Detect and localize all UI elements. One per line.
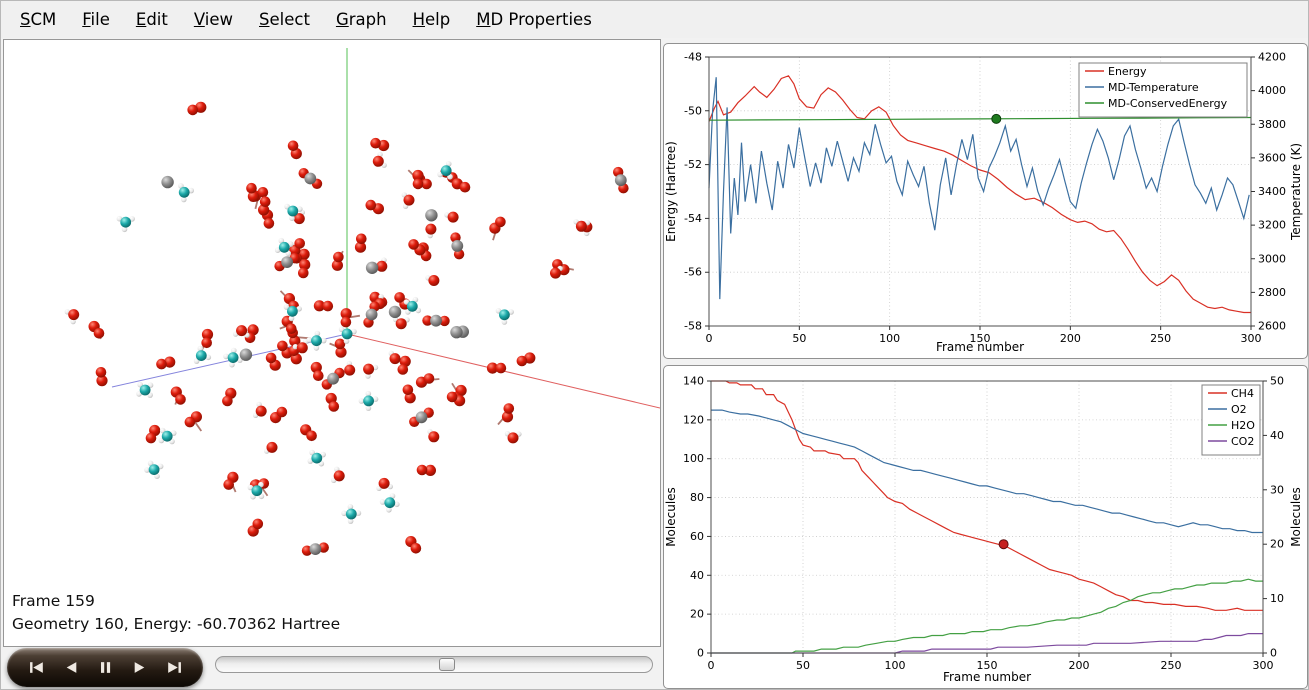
svg-text:60: 60 [690, 530, 704, 543]
pause-icon [98, 661, 113, 674]
svg-text:MD-Temperature: MD-Temperature [1108, 81, 1199, 94]
svg-text:-56: -56 [684, 266, 702, 279]
svg-text:300: 300 [1253, 659, 1274, 672]
svg-text:H2O: H2O [1231, 419, 1255, 432]
x-axis-label: Frame number [936, 340, 1024, 354]
legend: CH4 O2 H2O CO2 [1202, 385, 1260, 455]
menu-item-graph[interactable]: Graph [323, 4, 400, 35]
svg-text:3000: 3000 [1258, 252, 1286, 265]
svg-text:40: 40 [690, 569, 704, 582]
svg-text:Energy: Energy [1108, 65, 1147, 78]
legend: Energy MD-Temperature MD-ConservedEnergy [1079, 63, 1247, 117]
svg-text:100: 100 [683, 452, 704, 465]
svg-text:3200: 3200 [1258, 219, 1286, 232]
menu-item-view[interactable]: View [181, 4, 246, 35]
svg-text:4000: 4000 [1258, 84, 1286, 97]
svg-text:140: 140 [683, 375, 704, 388]
right-axis-label: Molecules [1289, 487, 1303, 547]
svg-text:MD-ConservedEnergy: MD-ConservedEnergy [1108, 97, 1228, 110]
series-CH4 [711, 381, 1263, 610]
play-forward-button[interactable] [125, 654, 153, 682]
playback-controls [7, 648, 203, 687]
pause-button[interactable] [91, 654, 119, 682]
menu-item-file[interactable]: File [69, 4, 123, 35]
svg-text:-54: -54 [684, 212, 702, 225]
geometry-energy-label: Geometry 160, Energy: -60.70362 Hartree [12, 613, 340, 636]
frame-slider-thumb[interactable] [439, 658, 455, 671]
right-axis-label: Temperature (K) [1289, 143, 1303, 241]
svg-text:CO2: CO2 [1231, 435, 1254, 448]
svg-text:-50: -50 [684, 104, 702, 117]
svg-text:300: 300 [1241, 332, 1262, 345]
svg-text:-58: -58 [684, 320, 702, 333]
molecule-scene [4, 40, 660, 646]
svg-text:120: 120 [683, 413, 704, 426]
svg-text:CH4: CH4 [1231, 387, 1254, 400]
series-MD-ConservedEnergy [709, 118, 1251, 121]
svg-text:0: 0 [697, 647, 704, 660]
svg-text:50: 50 [792, 332, 806, 345]
energy-temperature-plot: -58-56-54-52-50-482600280030003200340036… [664, 44, 1307, 358]
frame-label: Frame 159 [12, 590, 340, 613]
menu-item-edit[interactable]: Edit [123, 4, 181, 35]
menu-bar: SCMFileEditViewSelectGraphHelpMD Propert… [1, 1, 1308, 38]
svg-text:4200: 4200 [1258, 51, 1286, 64]
svg-text:2600: 2600 [1258, 320, 1286, 333]
svg-text:0: 0 [1270, 647, 1277, 660]
svg-text:100: 100 [885, 659, 906, 672]
svg-text:250: 250 [1161, 659, 1182, 672]
skip-to-end-icon [165, 661, 182, 674]
svg-text:40: 40 [1270, 429, 1284, 442]
svg-text:3600: 3600 [1258, 151, 1286, 164]
svg-text:20: 20 [1270, 538, 1284, 551]
svg-text:100: 100 [879, 332, 900, 345]
svg-text:50: 50 [1270, 375, 1284, 388]
svg-text:80: 80 [690, 491, 704, 504]
frame-info: Frame 159 Geometry 160, Energy: -60.7036… [12, 590, 340, 636]
menu-item-md-properties[interactable]: MD Properties [463, 4, 605, 35]
svg-text:-48: -48 [684, 51, 702, 64]
skip-to-start-icon [29, 661, 46, 674]
grid [711, 381, 1263, 653]
left-axis-label: Energy (Hartree) [664, 141, 678, 242]
molecule-count-chart[interactable]: 0204060801001201400102030405005010015020… [663, 365, 1308, 689]
svg-text:200: 200 [1060, 332, 1081, 345]
current-frame-marker [992, 114, 1001, 123]
play-backward-button[interactable] [57, 654, 85, 682]
svg-text:0: 0 [708, 659, 715, 672]
menu-item-select[interactable]: Select [246, 4, 323, 35]
last-frame-button[interactable] [159, 654, 187, 682]
left-axis-label: Molecules [664, 487, 678, 547]
frame-slider[interactable] [215, 656, 653, 673]
molecule-viewport[interactable]: Frame 159 Geometry 160, Energy: -60.7036… [3, 39, 661, 647]
molecule-counts-plot: 0204060801001201400102030405005010015020… [664, 366, 1307, 688]
svg-text:20: 20 [690, 608, 704, 621]
svg-text:50: 50 [796, 659, 810, 672]
amsmovie-window: SCMFileEditViewSelectGraphHelpMD Propert… [0, 0, 1309, 690]
play-backward-icon [64, 661, 79, 674]
first-frame-button[interactable] [23, 654, 51, 682]
svg-text:0: 0 [706, 332, 713, 345]
svg-text:10: 10 [1270, 592, 1284, 605]
svg-text:3800: 3800 [1258, 118, 1286, 131]
svg-text:3400: 3400 [1258, 185, 1286, 198]
svg-text:30: 30 [1270, 483, 1284, 496]
svg-text:O2: O2 [1231, 403, 1247, 416]
energy-temperature-chart[interactable]: -58-56-54-52-50-482600280030003200340036… [663, 43, 1308, 359]
menu-item-scm[interactable]: SCM [7, 4, 69, 35]
x-axis-label: Frame number [943, 670, 1031, 684]
svg-text:2800: 2800 [1258, 286, 1286, 299]
svg-text:-52: -52 [684, 158, 702, 171]
play-forward-icon [132, 661, 147, 674]
menu-item-help[interactable]: Help [400, 4, 464, 35]
svg-text:200: 200 [1069, 659, 1090, 672]
svg-text:250: 250 [1150, 332, 1171, 345]
current-frame-marker [999, 540, 1008, 549]
